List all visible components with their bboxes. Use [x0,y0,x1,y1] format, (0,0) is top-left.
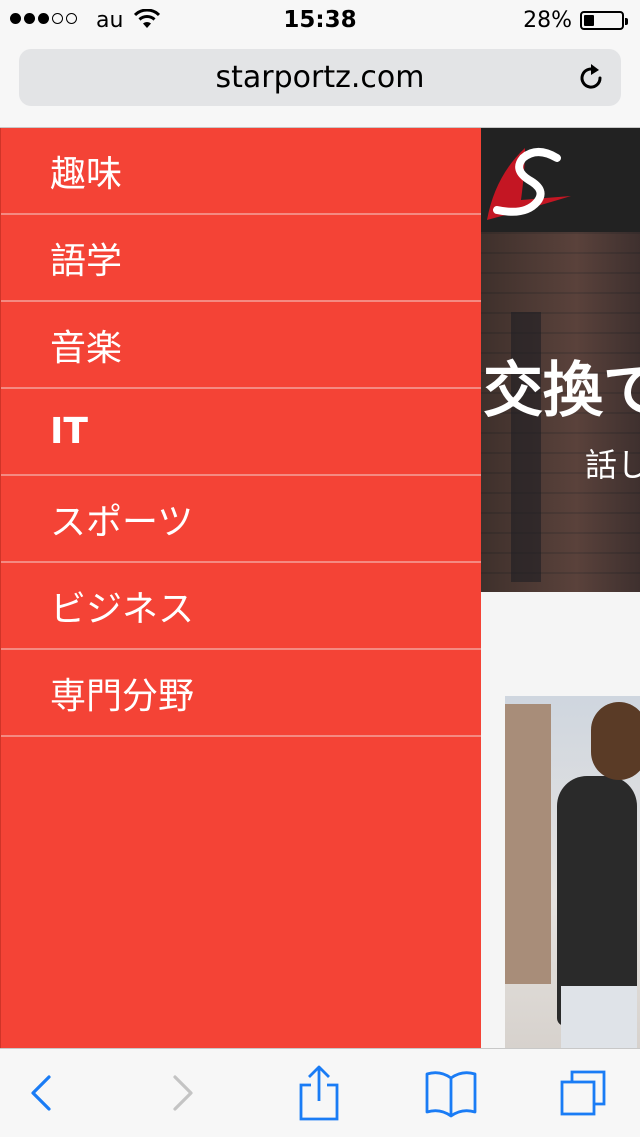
menu-item-label: ビジネス [50,588,195,630]
tabs-icon [560,1070,606,1116]
menu-item-language[interactable]: 語学 [1,215,481,302]
forward-button[interactable] [142,1049,222,1137]
hero-title: 交換で [483,356,640,426]
bookmarks-icon [425,1071,477,1118]
back-icon [31,1075,51,1111]
share-icon [299,1065,339,1121]
back-button[interactable] [2,1049,82,1137]
menu-item-label: 語学 [50,240,123,282]
featured-photo[interactable] [505,696,640,1048]
hero-banner: 交換で 話し [481,232,640,592]
url-text[interactable]: starportz.com [19,60,621,95]
category-menu: 趣味 語学 音楽 IT スポーツ ビジネス 専門分野 [0,128,481,1048]
reload-icon[interactable] [575,62,607,94]
status-bar: au 15:38 28% [0,0,640,40]
menu-item-label: 音楽 [50,327,123,369]
share-button[interactable] [279,1049,359,1137]
menu-item-label: スポーツ [50,501,194,543]
battery-icon [580,11,628,30]
site-header [481,128,640,232]
bookmarks-button[interactable] [411,1049,491,1137]
menu-item-label: 趣味 [50,153,123,195]
tabs-button[interactable] [543,1049,623,1137]
menu-item-specialty[interactable]: 専門分野 [1,650,481,737]
menu-item-music[interactable]: 音楽 [1,302,481,389]
menu-item-hobby[interactable]: 趣味 [1,128,481,215]
menu-item-it[interactable]: IT [1,389,481,476]
menu-item-business[interactable]: ビジネス [1,563,481,650]
battery-percentage: 28% [523,8,572,33]
site-logo[interactable] [485,136,571,224]
browser-toolbar [0,1048,640,1136]
menu-item-sports[interactable]: スポーツ [1,476,481,563]
browser-address-area: starportz.com [0,40,640,128]
menu-item-label: IT [50,411,88,452]
address-bar[interactable]: starportz.com [19,49,621,106]
hero-subtitle: 話し [585,446,640,484]
menu-item-label: 専門分野 [50,675,195,717]
forward-icon [173,1075,193,1111]
page-content: 交換で 話し [481,128,640,1048]
